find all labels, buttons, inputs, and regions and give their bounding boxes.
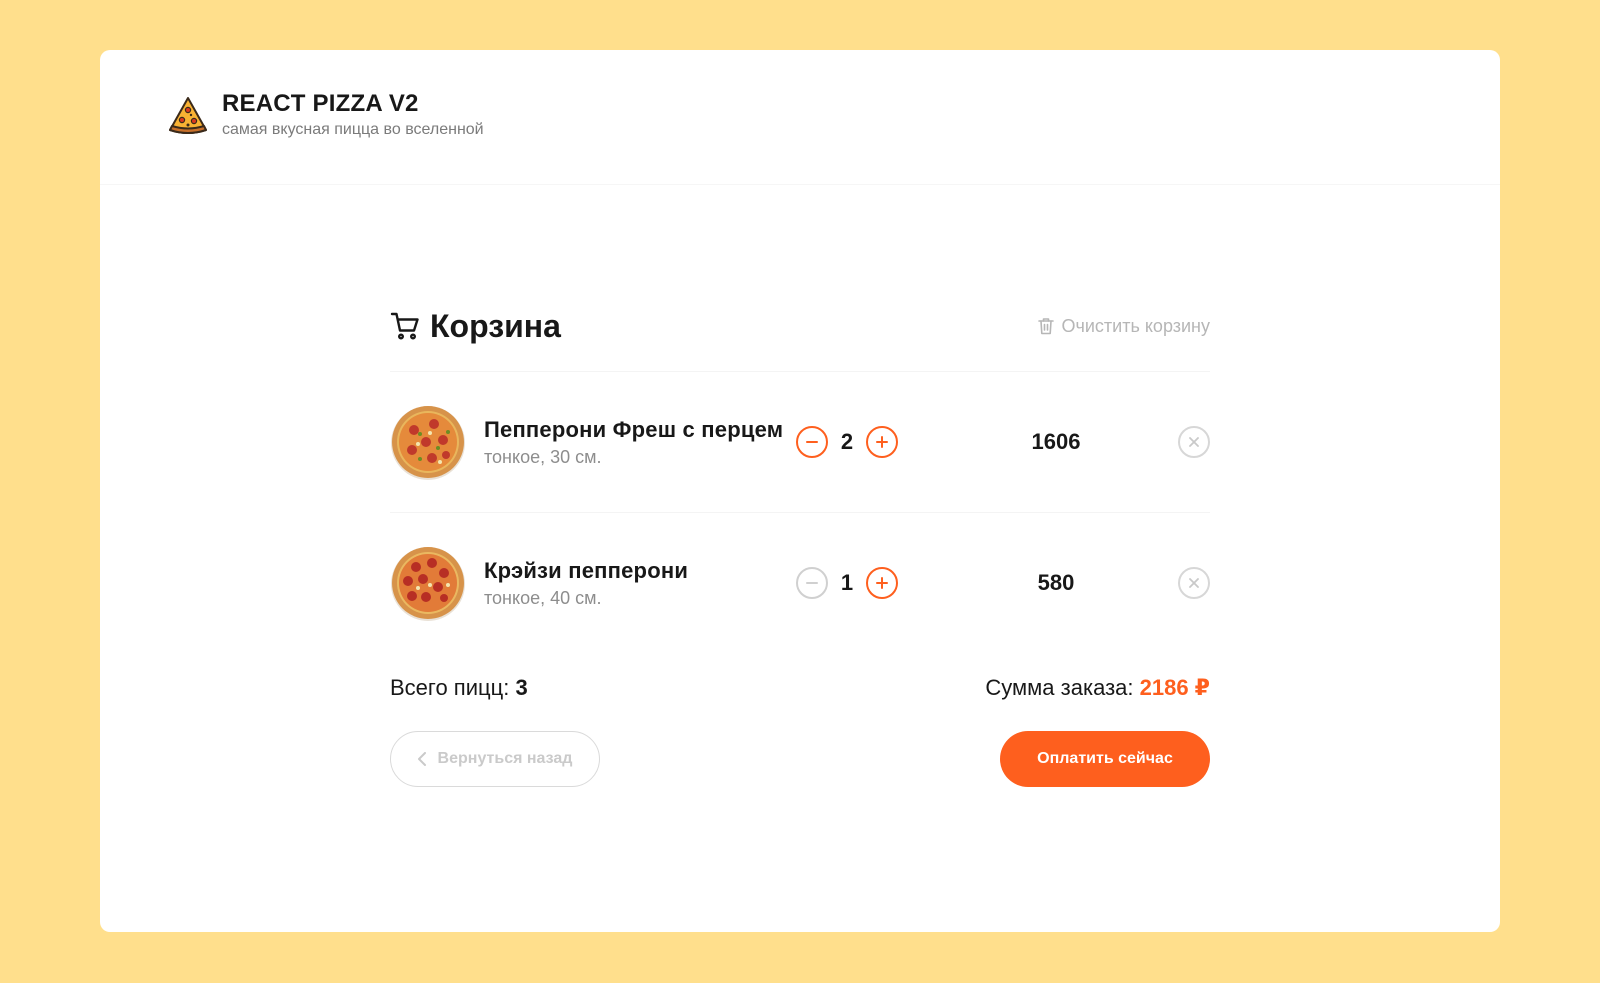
cart-item: Крэйзи пепперони тонкое, 40 см. 1 580 — [390, 513, 1210, 653]
cart-summary: Всего пицц: 3 Сумма заказа: 2186 ₽ — [390, 675, 1210, 701]
pizza-image — [391, 547, 465, 621]
pay-button[interactable]: Оплатить сейчас — [1000, 731, 1210, 787]
minus-icon — [806, 441, 818, 443]
remove-item-button[interactable] — [1178, 426, 1210, 458]
total-sum: Сумма заказа: 2186 ₽ — [985, 675, 1210, 701]
quantity-stepper: 2 — [796, 426, 916, 458]
item-info: Крэйзи пепперони тонкое, 40 см. — [484, 558, 804, 609]
close-icon — [1189, 578, 1199, 588]
page-title: Корзина — [430, 307, 561, 344]
item-price: 580 — [1037, 570, 1075, 595]
page-container: REACT PIZZA V2 самая вкусная пицца во вс… — [100, 50, 1500, 932]
logo-link[interactable]: REACT PIZZA V2 самая вкусная пицца во вс… — [168, 90, 484, 139]
plus-icon — [876, 436, 888, 448]
decrease-button[interactable] — [796, 426, 828, 458]
pay-button-label: Оплатить сейчас — [1037, 750, 1173, 767]
header: REACT PIZZA V2 самая вкусная пицца во вс… — [100, 50, 1500, 185]
cart-top-bar: Корзина Очистить корзину — [390, 305, 1210, 347]
total-sum-label: Сумма заказа: — [985, 675, 1140, 700]
back-button[interactable]: Вернуться назад — [390, 731, 600, 787]
increase-button[interactable] — [866, 567, 898, 599]
cart-icon — [390, 312, 419, 340]
item-price: 1606 — [1031, 429, 1081, 454]
increase-button[interactable] — [866, 426, 898, 458]
cart-item: Пепперони Фреш с перцем тонкое, 30 см. 2… — [390, 372, 1210, 512]
clear-cart-label: Очистить корзину — [1061, 315, 1211, 336]
total-count: Всего пицц: 3 — [390, 675, 528, 701]
total-sum-value: 2186 ₽ — [1139, 675, 1210, 700]
item-description: тонкое, 30 см. — [484, 446, 602, 467]
close-icon — [1189, 437, 1199, 447]
logo-subtitle: самая вкусная пицца во вселенной — [222, 121, 484, 138]
back-button-label: Вернуться назад — [437, 750, 573, 767]
quantity-stepper: 1 — [796, 567, 916, 599]
remove-item-button[interactable] — [1178, 567, 1210, 599]
pizza-slice-icon — [169, 97, 207, 134]
chevron-left-icon — [417, 752, 426, 766]
item-name: Крэйзи пепперони — [484, 557, 689, 583]
item-count: 1 — [840, 570, 854, 595]
trash-icon — [1037, 318, 1054, 335]
item-description: тонкое, 40 см. — [484, 587, 602, 608]
cart-title: Корзина — [390, 308, 561, 345]
item-name: Пепперони Фреш с перцем — [484, 416, 784, 442]
decrease-button[interactable] — [796, 567, 828, 599]
cart-section: Корзина Очистить корзину Пепперони Фреш … — [390, 305, 1210, 787]
cart-actions: Вернуться назад Оплатить сейчас — [390, 731, 1210, 787]
total-count-value: 3 — [515, 675, 528, 700]
total-count-label: Всего пицц: — [390, 675, 516, 700]
item-info: Пепперони Фреш с перцем тонкое, 30 см. — [484, 417, 804, 468]
minus-icon — [806, 582, 818, 584]
pizza-image — [391, 406, 465, 480]
plus-icon — [876, 577, 888, 589]
item-count: 2 — [840, 429, 854, 454]
clear-cart-button[interactable]: Очистить корзину — [1036, 315, 1211, 337]
logo-title: REACT PIZZA V2 — [222, 90, 419, 117]
